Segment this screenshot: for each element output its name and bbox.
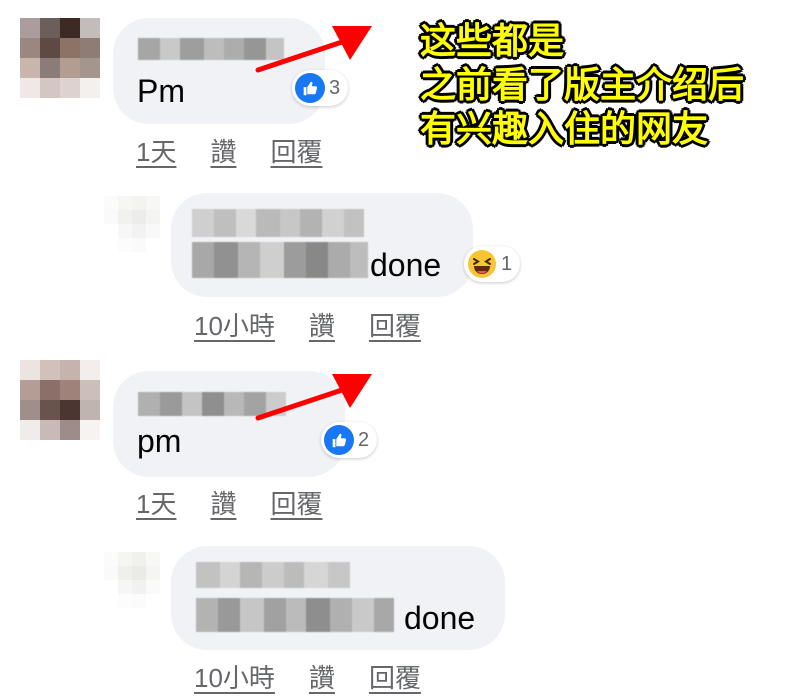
replier-name-redacted [196,562,350,588]
reply-text-redacted [192,242,368,278]
haha-icon [467,249,497,279]
avatar[interactable] [20,360,100,440]
annotation-text: 这些都是 之前看了版主介绍后 有兴趣入住的网友 [420,20,744,152]
red-arrow-annotation [255,26,372,73]
annotation-line-3: 有兴趣入住的网友 [420,109,709,150]
reaction-badge[interactable]: 2 [321,422,378,458]
comment-text: Pm [137,73,185,109]
annotation-line-2: 之前看了版主介绍后 [420,65,745,106]
like-icon [324,425,354,455]
reaction-badge[interactable]: 1 [464,246,521,282]
timestamp-link[interactable]: 1天 [136,132,176,169]
reply-link[interactable]: 回覆 [270,132,322,169]
reaction-count: 2 [358,428,370,451]
like-link[interactable]: 讚 [309,658,335,695]
avatar[interactable] [104,196,160,252]
reaction-count: 3 [329,76,341,99]
avatar[interactable] [20,18,100,98]
comment-text: pm [137,423,182,459]
reply-actions: 10小時 讚 回覆 [194,306,421,343]
reply-text: done [404,600,476,636]
comment-actions: 1天 讚 回覆 [136,132,323,169]
like-link[interactable]: 讚 [210,132,236,169]
annotation-line-1: 这些都是 [420,21,565,62]
timestamp-link[interactable]: 1天 [136,484,176,521]
reply-text-redacted [196,598,394,632]
reply-actions: 10小時 讚 回覆 [194,658,421,695]
like-link[interactable]: 讚 [309,306,335,343]
avatar[interactable] [104,552,160,608]
timestamp-link[interactable]: 10小時 [194,306,275,343]
reply-link[interactable]: 回覆 [369,306,421,343]
reaction-count: 1 [501,252,513,275]
replier-name-redacted [192,209,364,237]
timestamp-link[interactable]: 10小時 [194,658,275,695]
reply-text: done [370,247,442,283]
like-link[interactable]: 讚 [210,484,236,521]
reply-link[interactable]: 回覆 [270,484,322,521]
red-arrow-annotation [255,374,372,421]
comment-actions: 1天 讚 回覆 [136,484,323,521]
reply-link[interactable]: 回覆 [369,658,421,695]
